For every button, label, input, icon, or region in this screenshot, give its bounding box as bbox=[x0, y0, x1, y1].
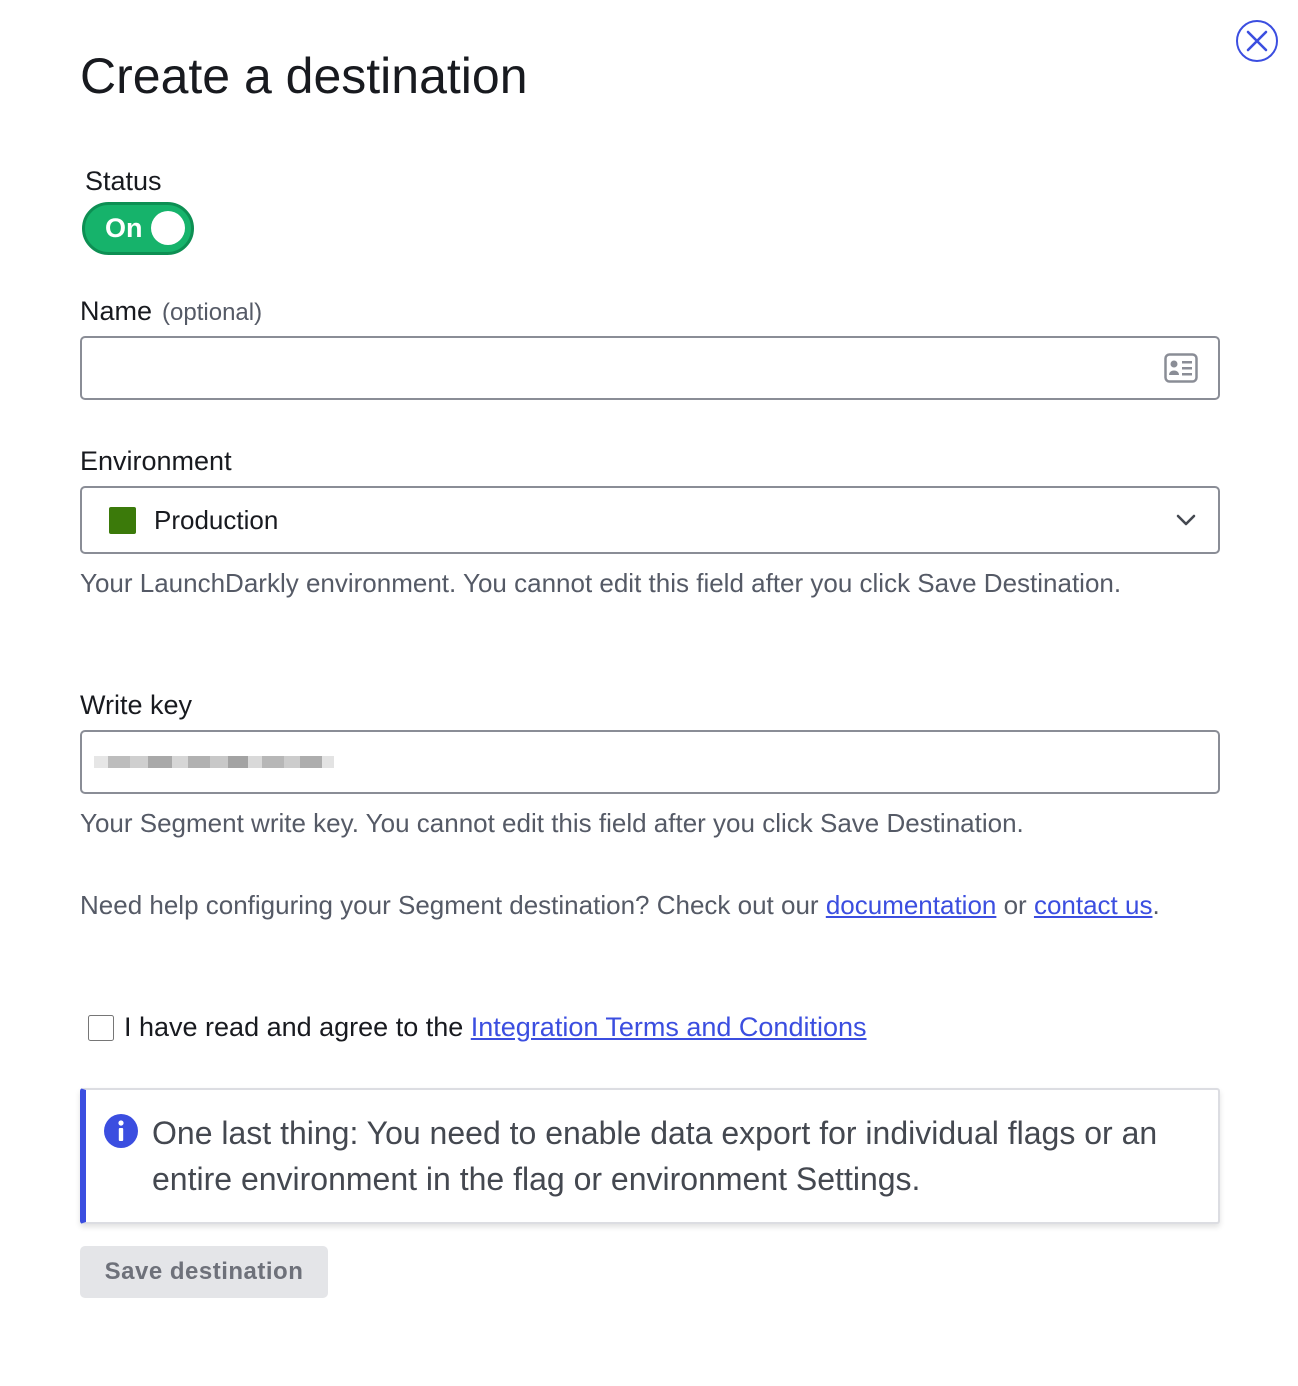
close-icon bbox=[1246, 30, 1268, 52]
environment-selected: Production bbox=[154, 504, 279, 535]
environment-label: Environment bbox=[80, 446, 232, 476]
name-input[interactable] bbox=[82, 338, 1122, 398]
name-field[interactable] bbox=[80, 336, 1220, 400]
optional-hint: (optional) bbox=[162, 299, 263, 326]
terms-label: I have read and agree to the bbox=[124, 1012, 471, 1042]
terms-text: I have read and agree to the Integration… bbox=[124, 1012, 867, 1043]
close-button[interactable] bbox=[1236, 20, 1278, 62]
info-callout: One last thing: You need to enable data … bbox=[80, 1088, 1220, 1224]
save-destination-button[interactable]: Save destination bbox=[80, 1246, 328, 1298]
help-text-middle: or bbox=[996, 890, 1034, 920]
environment-color-swatch bbox=[109, 506, 136, 534]
chevron-down-icon bbox=[1176, 514, 1196, 526]
status-toggle[interactable]: On bbox=[82, 202, 194, 255]
status-label: Status bbox=[85, 166, 162, 196]
write-key-label: Write key bbox=[80, 690, 193, 720]
dialog-title: Create a destination bbox=[80, 48, 528, 104]
obscured-write-key bbox=[94, 756, 334, 768]
environment-help: Your LaunchDarkly environment. You canno… bbox=[80, 568, 1122, 598]
contact-card-icon bbox=[1164, 353, 1198, 383]
help-text-before: Need help configuring your Segment desti… bbox=[80, 890, 826, 920]
callout-text: One last thing: You need to enable data … bbox=[152, 1115, 1158, 1197]
help-text-after: . bbox=[1152, 890, 1160, 920]
documentation-link[interactable]: documentation bbox=[826, 890, 997, 920]
info-icon bbox=[104, 1114, 138, 1148]
write-key-field[interactable] bbox=[80, 730, 1220, 794]
name-label: Name (optional) bbox=[80, 296, 262, 327]
terms-checkbox[interactable] bbox=[88, 1014, 114, 1041]
terms-row: I have read and agree to the Integration… bbox=[88, 1012, 867, 1043]
write-key-help: Your Segment write key. You cannot edit … bbox=[80, 808, 1024, 838]
help-text: Need help configuring your Segment desti… bbox=[80, 884, 1200, 926]
environment-select[interactable]: Production bbox=[80, 486, 1220, 554]
name-label-text: Name bbox=[80, 296, 153, 326]
terms-link[interactable]: Integration Terms and Conditions bbox=[471, 1012, 867, 1042]
status-toggle-text: On bbox=[105, 213, 143, 243]
contact-us-link[interactable]: contact us bbox=[1034, 890, 1153, 920]
toggle-knob bbox=[151, 211, 185, 245]
